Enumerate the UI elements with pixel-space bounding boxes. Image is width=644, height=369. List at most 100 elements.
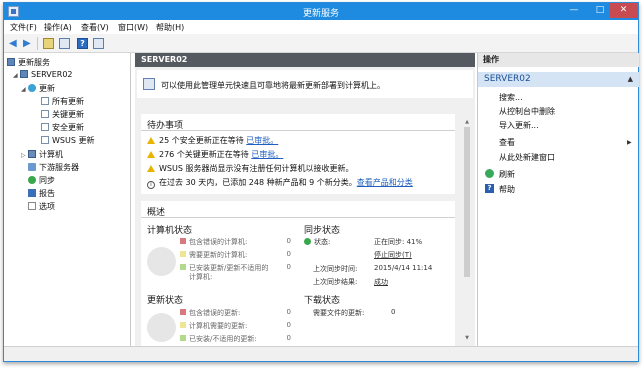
scroll-down-icon[interactable]: ▼ — [463, 335, 471, 341]
approve-security-link[interactable]: 已审批。 — [246, 136, 278, 145]
toolbar-separator — [37, 37, 38, 50]
action-remove-from-console[interactable]: 从控制台中删除 — [499, 106, 555, 117]
tree-item-updates[interactable]: ◢ 更新 — [21, 83, 55, 94]
expand-arrow-icon[interactable]: ▷ — [21, 152, 28, 159]
sync-status-title: 同步状态 — [304, 226, 341, 236]
tree-item-computers[interactable]: ▷ 计算机 — [21, 149, 63, 160]
actions-pane: 操作 SERVER02 ▲ 搜索... 从控制台中删除 导入更新... 查看 ▶… — [477, 53, 639, 346]
legend-updates-errors: 包含错误的更新: — [180, 308, 240, 318]
stop-sync-link[interactable]: 停止同步(T) — [374, 250, 412, 260]
menu-file[interactable]: 文件(F) — [10, 22, 37, 33]
swatch — [180, 238, 186, 244]
count-updates-needed: 0 — [286, 321, 291, 329]
last-sync-label: 上次同步时间: — [313, 265, 358, 273]
toolbar: ◀ ▶ ? — [4, 34, 638, 53]
sync-icon — [304, 238, 311, 245]
menu-window[interactable]: 窗口(W) — [118, 22, 148, 33]
title-bar[interactable]: 更新服务 — □ ✕ — [4, 3, 638, 20]
update-view-icon — [41, 110, 49, 118]
action-view[interactable]: 查看 — [499, 137, 515, 148]
swatch — [180, 264, 186, 270]
refresh-icon — [485, 169, 494, 178]
swatch — [180, 251, 186, 257]
show-hide-tree-icon[interactable] — [59, 38, 70, 49]
intro-banner: 可以使用此管理单元快速且可靠地将最新更新部署到计算机上。 — [137, 70, 473, 98]
mmc-window: 更新服务 — □ ✕ 文件(F) 操作(A) 查看(V) 窗口(W) 帮助(H)… — [3, 2, 639, 362]
show-hide-action-pane-icon[interactable] — [93, 38, 104, 49]
tree-item-wsus-updates[interactable]: WSUS 更新 — [41, 135, 94, 146]
tree-item-security-updates[interactable]: 安全更新 — [41, 122, 84, 133]
server-icon — [20, 70, 28, 78]
computer-status-title: 计算机状态 — [147, 226, 193, 236]
vertical-scrollbar[interactable]: ▲ ▼ — [463, 118, 471, 343]
submenu-arrow-icon: ▶ — [627, 139, 632, 146]
computers-icon — [28, 150, 36, 158]
window-title: 更新服务 — [302, 9, 339, 19]
forward-icon[interactable]: ▶ — [23, 38, 34, 49]
update-view-icon — [41, 136, 49, 144]
todo-item: 276 个关键更新正在等待 已审批。 — [147, 149, 283, 160]
collapse-arrow-icon[interactable]: ◢ — [13, 72, 20, 79]
results-pane: SERVER02 可以使用此管理单元快速且可靠地将最新更新部署到计算机上。 待办… — [135, 53, 475, 346]
collapse-arrow-icon[interactable]: ◢ — [21, 86, 28, 93]
tree-item-server[interactable]: ◢ SERVER02 — [13, 70, 73, 79]
sync-status-row: 状态: — [304, 237, 330, 247]
tree-item-reports[interactable]: 报告 — [28, 188, 55, 199]
actions-subheader[interactable]: SERVER02 ▲ — [478, 72, 639, 87]
minimize-button[interactable]: — — [561, 3, 587, 18]
close-button[interactable]: ✕ — [610, 3, 637, 18]
todo-item: WSUS 服务器尚显示没有注册任何计算机以接收更新。 — [147, 163, 353, 174]
todo-section: 待办事项 25 个安全更新正在等待 已审批。 276 个关键更新正在等待 已审批… — [141, 114, 455, 194]
sync-icon — [28, 176, 36, 184]
divider — [141, 217, 455, 218]
tree-item-all-updates[interactable]: 所有更新 — [41, 96, 84, 107]
tree-item-options[interactable]: 选项 — [28, 201, 55, 212]
swatch — [180, 322, 186, 328]
results-header: SERVER02 — [135, 53, 475, 67]
scroll-up-icon[interactable]: ▲ — [463, 119, 471, 125]
tree-item-downstream-servers[interactable]: 下游服务器 — [28, 162, 79, 173]
intro-text: 可以使用此管理单元快速且可靠地将最新更新部署到计算机上。 — [161, 81, 385, 90]
legend-computers-installed-cont: 计算机: — [189, 273, 213, 281]
info-icon: i — [147, 181, 155, 189]
downstream-servers-icon — [28, 163, 36, 171]
swatch — [180, 309, 186, 315]
tree-item-synchronizations[interactable]: 同步 — [28, 175, 55, 186]
updates-icon — [28, 84, 36, 92]
back-icon[interactable]: ◀ — [9, 38, 20, 49]
download-needed-value: 0 — [391, 308, 396, 316]
help-icon: ? — [485, 184, 494, 193]
menu-view[interactable]: 查看(V) — [81, 22, 109, 33]
action-new-window[interactable]: 从此处新建窗口 — [499, 152, 555, 163]
collapse-caret-icon[interactable]: ▲ — [628, 72, 633, 87]
warning-icon — [147, 137, 155, 144]
tree-item-critical-updates[interactable]: 关键更新 — [41, 109, 84, 120]
warning-icon — [147, 165, 155, 172]
todo-item: 25 个安全更新正在等待 已审批。 — [147, 135, 278, 146]
approve-critical-link[interactable]: 已审批。 — [251, 150, 283, 159]
last-result-link[interactable]: 成功 — [374, 277, 388, 287]
action-import-updates[interactable]: 导入更新... — [499, 120, 539, 131]
up-folder-icon[interactable] — [43, 38, 54, 49]
menu-action[interactable]: 操作(A) — [44, 22, 72, 33]
view-products-link[interactable]: 查看产品和分类 — [357, 178, 413, 187]
menu-help[interactable]: 帮助(H) — [156, 22, 184, 33]
update-status-title: 更新状态 — [147, 296, 184, 306]
legend-computers-errors: 包含错误的计算机: — [180, 237, 247, 247]
update-view-icon — [41, 123, 49, 131]
update-services-icon — [7, 58, 15, 66]
overview-section: 概述 计算机状态 包含错误的计算机: 0 需要更新的计算机: 0 已安装更新/更… — [141, 201, 455, 346]
console-tree: 更新服务 ◢ SERVER02 ◢ 更新 所有更新 关键更新 安全更新 WSUS 更… — [4, 53, 131, 346]
last-result-label: 上次同步结果: — [313, 278, 358, 286]
swatch — [180, 335, 186, 341]
actions-header: 操作 — [478, 53, 639, 67]
action-search[interactable]: 搜索... — [499, 92, 523, 103]
status-bar — [4, 346, 638, 361]
todo-item: i 在过去 30 天内，已添加 248 种新产品和 9 个新分类。查看产品和分类 — [147, 177, 413, 189]
action-refresh[interactable]: 刷新 — [499, 169, 515, 180]
sync-status-value: 正在同步: 41% — [374, 238, 423, 246]
help-icon[interactable]: ? — [77, 38, 88, 49]
action-help[interactable]: 帮助 — [499, 184, 515, 195]
scroll-thumb[interactable] — [464, 127, 470, 277]
tree-item-update-services[interactable]: 更新服务 — [7, 57, 50, 68]
